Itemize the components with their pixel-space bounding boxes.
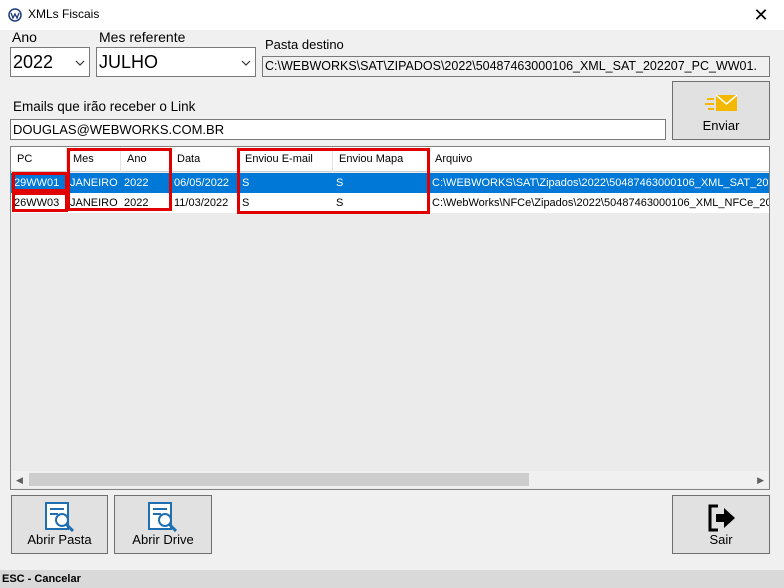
- col-header-data[interactable]: Data: [171, 147, 239, 172]
- abrir-pasta-label: Abrir Pasta: [27, 532, 92, 547]
- document-search-icon: [45, 502, 75, 532]
- scroll-right-icon[interactable]: ▶: [757, 475, 764, 486]
- cell-arquivo: C:\WebWorks\NFCe\Zipados\2022\5048746300…: [432, 197, 770, 209]
- scroll-left-icon[interactable]: ◀: [16, 475, 23, 486]
- app-logo-icon: [8, 8, 22, 22]
- mes-select[interactable]: JULHO: [96, 47, 256, 77]
- mes-label: Mes referente: [99, 29, 186, 45]
- abrir-drive-label: Abrir Drive: [132, 532, 194, 547]
- document-search-icon: [148, 502, 178, 532]
- status-bar: ESC - Cancelar: [0, 570, 784, 588]
- chevron-down-icon: [75, 60, 85, 66]
- sair-label: Sair: [709, 532, 733, 547]
- cell-data: 06/05/2022: [174, 177, 230, 189]
- sair-button[interactable]: Sair: [672, 495, 770, 554]
- highlight-box-mes-ano: [67, 148, 172, 211]
- emails-field[interactable]: DOUGLAS@WEBWORKS.COM.BR: [10, 119, 666, 140]
- title-bar: XMLs Fiscais ✕: [0, 0, 784, 30]
- highlight-box-enviou: [237, 148, 430, 214]
- col-header-arquivo[interactable]: Arquivo: [429, 147, 769, 172]
- highlight-box-pc-row2: [12, 192, 68, 212]
- cell-arquivo: C:\WEBWORKS\SAT\Zipados\2022\50487463000…: [432, 177, 770, 189]
- exit-arrow-icon: [708, 504, 735, 532]
- enviar-button[interactable]: Enviar: [672, 81, 770, 140]
- ano-select[interactable]: 2022: [10, 47, 90, 77]
- emails-label: Emails que irão receber o Link: [13, 99, 196, 114]
- close-icon: ✕: [753, 4, 769, 25]
- close-button[interactable]: ✕: [738, 0, 784, 30]
- enviar-label: Enviar: [702, 118, 740, 133]
- abrir-drive-button[interactable]: Abrir Drive: [114, 495, 212, 554]
- pasta-label: Pasta destino: [265, 37, 344, 52]
- xml-grid[interactable]: PC Mes Ano Data Enviou E-mail Enviou Map…: [10, 146, 770, 490]
- horizontal-scrollbar[interactable]: ◀ ▶: [12, 471, 768, 488]
- pasta-destino-field[interactable]: C:\WEBWORKS\SAT\ZIPADOS\2022\50487463000…: [262, 56, 770, 77]
- scrollbar-thumb[interactable]: [29, 473, 529, 486]
- abrir-pasta-button[interactable]: Abrir Pasta: [11, 495, 108, 554]
- highlight-box-pc-row1: [12, 172, 68, 192]
- mes-value: JULHO: [99, 52, 159, 72]
- chevron-down-icon: [241, 60, 251, 66]
- ano-label: Ano: [12, 29, 37, 45]
- window-title: XMLs Fiscais: [28, 7, 100, 21]
- col-header-pc[interactable]: PC: [11, 147, 67, 172]
- cell-data: 11/03/2022: [174, 197, 229, 209]
- ano-value: 2022: [13, 52, 54, 72]
- envelope-send-icon: [705, 94, 738, 111]
